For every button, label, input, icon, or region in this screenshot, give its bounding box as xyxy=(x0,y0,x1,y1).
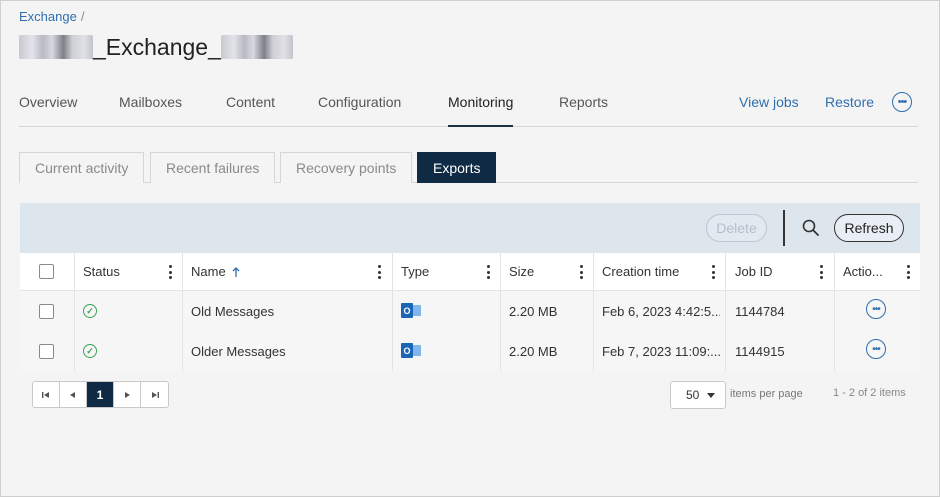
row-job-id-link[interactable]: 1144784 xyxy=(735,291,785,331)
outlook-icon: O xyxy=(401,291,421,331)
column-menu-type[interactable] xyxy=(486,265,490,279)
column-menu-actions[interactable] xyxy=(906,265,910,279)
table-row[interactable]: ✓ Old Messages O 2.20 MB Feb 6, 2023 4:4… xyxy=(20,291,920,331)
column-divider xyxy=(74,253,75,371)
more-horizontal-icon: ••• xyxy=(872,303,880,315)
column-header-type[interactable]: Type xyxy=(401,253,429,290)
last-page-button[interactable] xyxy=(141,382,168,407)
main-tabs: Overview Mailboxes Content Configuration… xyxy=(19,85,918,127)
tab-reports[interactable]: Reports xyxy=(559,94,608,110)
chevron-down-icon xyxy=(707,393,715,398)
column-menu-name[interactable] xyxy=(377,265,381,279)
column-header-creation-time[interactable]: Creation time xyxy=(602,253,679,290)
view-jobs-button[interactable]: View jobs xyxy=(739,94,799,110)
row-name: Older Messages xyxy=(191,343,286,359)
outlook-icon: O xyxy=(401,331,421,371)
row-size: 2.20 MB xyxy=(509,343,558,359)
column-menu-creation-time[interactable] xyxy=(711,265,715,279)
pagination-summary: 1 - 2 of 2 items xyxy=(833,387,906,399)
select-all-checkbox[interactable] xyxy=(39,253,54,290)
tab-monitoring[interactable]: Monitoring xyxy=(448,94,514,127)
subtab-exports[interactable]: Exports xyxy=(417,152,497,183)
search-button[interactable] xyxy=(801,218,821,238)
tab-configuration[interactable]: Configuration xyxy=(318,94,401,110)
row-checkbox[interactable] xyxy=(39,291,54,331)
table-row[interactable]: ✓ Older Messages O 2.20 MB Feb 7, 2023 1… xyxy=(20,331,920,371)
row-size: 2.20 MB xyxy=(509,303,558,319)
redacted-name-suffix xyxy=(220,35,293,59)
subtab-recovery-points[interactable]: Recovery points xyxy=(280,152,413,183)
page-button-1[interactable]: 1 xyxy=(87,382,114,407)
items-per-page-value: 50 xyxy=(686,388,700,402)
first-page-button[interactable] xyxy=(33,382,60,407)
table-header-row: Status Name Type Size Creation time Job … xyxy=(20,253,920,291)
sort-ascending-icon xyxy=(232,266,240,277)
column-header-name[interactable]: Name xyxy=(191,253,242,290)
column-header-actions[interactable]: Actio... xyxy=(843,253,883,290)
column-divider xyxy=(182,253,183,371)
status-success-icon: ✓ xyxy=(83,291,97,331)
row-actions-button[interactable]: ••• xyxy=(866,327,886,371)
next-page-button[interactable] xyxy=(114,382,141,407)
column-menu-size[interactable] xyxy=(579,265,583,279)
last-page-icon xyxy=(151,391,159,398)
items-per-page-select[interactable]: 50 xyxy=(670,381,726,409)
page-title-text: _Exchange_ xyxy=(93,33,221,60)
column-divider xyxy=(500,253,501,371)
status-success-icon: ✓ xyxy=(83,331,97,371)
breadcrumb-separator: / xyxy=(80,9,85,24)
first-page-icon xyxy=(42,391,49,398)
items-per-page-label: items per page xyxy=(730,388,803,400)
column-divider xyxy=(834,253,835,371)
subtab-recent-failures[interactable]: Recent failures xyxy=(150,152,276,183)
page-title: _Exchange_ xyxy=(19,33,293,61)
monitoring-subtabs: Current activity Recent failures Recover… xyxy=(19,152,918,183)
column-menu-job-id[interactable] xyxy=(819,265,823,279)
column-header-job-id[interactable]: Job ID xyxy=(735,253,773,290)
row-job-id-link[interactable]: 1144915 xyxy=(735,331,785,371)
column-header-name-label: Name xyxy=(191,264,226,279)
toolbar-divider xyxy=(783,210,785,246)
next-page-icon xyxy=(125,391,130,398)
row-name: Old Messages xyxy=(191,303,275,319)
column-divider xyxy=(392,253,393,371)
search-icon xyxy=(802,219,819,236)
refresh-button[interactable]: Refresh xyxy=(834,214,904,242)
row-checkbox[interactable] xyxy=(39,331,54,371)
column-menu-status[interactable] xyxy=(168,265,172,279)
row-creation-time: Feb 7, 2023 11:09:... xyxy=(602,343,720,359)
redacted-name-prefix xyxy=(19,35,93,59)
column-header-size[interactable]: Size xyxy=(509,253,534,290)
pagination: 1 xyxy=(32,381,169,408)
tab-content[interactable]: Content xyxy=(226,94,275,110)
breadcrumb: Exchange / xyxy=(19,9,84,24)
breadcrumb-exchange-link[interactable]: Exchange xyxy=(19,9,77,24)
column-divider xyxy=(725,253,726,371)
previous-page-icon xyxy=(70,391,75,398)
column-header-status[interactable]: Status xyxy=(83,253,120,290)
tab-overview[interactable]: Overview xyxy=(19,94,77,110)
restore-button[interactable]: Restore xyxy=(825,94,874,110)
exports-grid: Status Name Type Size Creation time Job … xyxy=(20,253,920,371)
row-creation-time: Feb 6, 2023 4:42:5... xyxy=(602,303,720,319)
more-horizontal-icon: ••• xyxy=(872,343,880,355)
tab-mailboxes[interactable]: Mailboxes xyxy=(119,94,182,110)
grid-toolbar: Delete Refresh xyxy=(20,203,920,253)
row-actions-button[interactable]: ••• xyxy=(866,287,886,331)
more-horizontal-icon: ••• xyxy=(897,95,908,108)
column-divider xyxy=(593,253,594,371)
more-options-button[interactable]: ••• xyxy=(892,92,912,112)
delete-button[interactable]: Delete xyxy=(706,214,767,242)
previous-page-button[interactable] xyxy=(60,382,87,407)
subtab-current-activity[interactable]: Current activity xyxy=(19,152,145,183)
